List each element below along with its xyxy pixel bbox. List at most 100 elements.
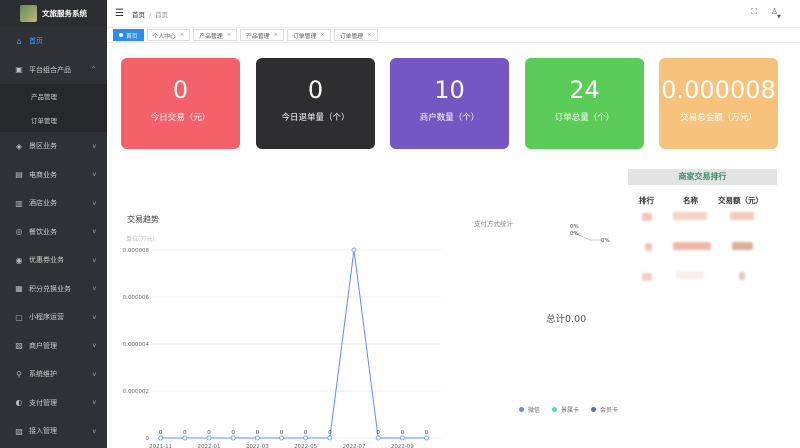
sidebar-item[interactable]: ⚲ 系统维护 v xyxy=(0,360,107,389)
app-logo-icon xyxy=(20,5,37,22)
points-icon: ▦ xyxy=(15,284,23,294)
sidebar-item-label: 首页 xyxy=(29,37,43,46)
tab-tag[interactable]: 订单管理 × xyxy=(333,29,378,41)
data-point xyxy=(206,435,212,441)
tab-tag[interactable]: 产品管理 × xyxy=(240,29,285,41)
data-point xyxy=(279,435,284,441)
sidebar-item-label: 系统维护 xyxy=(29,370,57,379)
data-label: 0 xyxy=(328,430,332,436)
ranking-title: 商家交易排行 xyxy=(628,169,777,185)
x-tick-label: 2022-09 xyxy=(391,444,414,448)
ranking-header-rank: 排行 xyxy=(639,196,654,205)
legend-item[interactable]: 会员卡 xyxy=(591,405,618,414)
stat-card-label: 订单总量（个） xyxy=(554,113,615,123)
data-label: 0 xyxy=(183,430,187,436)
data-point xyxy=(375,435,381,441)
sidebar-item[interactable]: ▧ 商户管理 v xyxy=(0,332,107,361)
sidebar-item[interactable]: ◉ 优惠券业务 v xyxy=(0,246,107,275)
food-icon: ◎ xyxy=(15,227,23,237)
data-point xyxy=(158,435,164,441)
sidebar-item[interactable]: ◐ 支付管理 v xyxy=(0,389,107,418)
legend-dot-icon xyxy=(591,407,597,412)
data-point xyxy=(254,435,260,441)
breadcrumb-item[interactable]: 首页 xyxy=(132,11,145,19)
stat-card: 24 订单总量（个） xyxy=(525,58,644,149)
sidebar-item-label: 支付管理 xyxy=(29,398,57,407)
sidebar-item[interactable]: ▤ 电商业务 v xyxy=(0,161,107,190)
sidebar-item[interactable]: ◈ 景区业务 v xyxy=(0,132,107,161)
sidebar-sub-item[interactable]: 订单管理 xyxy=(0,108,107,132)
sidebar-item[interactable]: ▢ 小程序运营 v xyxy=(0,303,107,332)
merchant-icon: ▧ xyxy=(15,341,23,351)
ranking-rank-cell xyxy=(642,273,652,281)
stat-card: 0 今日交易（元） xyxy=(121,58,240,149)
tab-tag-label: 产品管理 xyxy=(199,33,223,40)
stat-card: 0 今日退单量（个） xyxy=(256,58,375,149)
sidebar-item[interactable]: ▣ 平台组合产品 ^ xyxy=(0,56,107,85)
sidebar-item[interactable]: ▦ 积分兑换业务 v xyxy=(0,275,107,304)
pie-slice-label: 0% xyxy=(601,238,610,244)
chevron-down-icon: v xyxy=(92,199,96,207)
pie-total: 总计0.00 xyxy=(546,314,587,325)
tab-tag[interactable]: 个人中心 × xyxy=(146,29,191,41)
stat-card-value: 0 xyxy=(307,76,324,104)
sidebar-sub-item[interactable]: 产品管理 xyxy=(0,84,107,108)
close-icon[interactable]: × xyxy=(320,32,325,38)
fullscreen-icon[interactable]: ⛶ xyxy=(751,7,757,17)
coupon-icon: ◉ xyxy=(15,255,23,265)
stat-card: 10 商户数量（个） xyxy=(390,58,509,149)
user-dropdown-icon[interactable]: ▼ xyxy=(777,14,781,20)
data-label: 0 xyxy=(159,430,163,436)
sidebar-item-label: 酒店业务 xyxy=(29,199,57,208)
miniapp-icon: ▢ xyxy=(15,312,23,322)
stat-card-value: 10 xyxy=(434,76,465,104)
y-tick-label: 0.000006 xyxy=(123,295,150,301)
top-bar: ☰ 首页 / 首页 ⛶ ♙ xyxy=(107,0,800,27)
x-tick-label: 2022-03 xyxy=(246,444,269,448)
pie-slice-label: 0% xyxy=(570,231,579,237)
close-icon[interactable]: × xyxy=(227,32,232,38)
tab-tag[interactable]: 订单管理 × xyxy=(287,29,331,41)
ranking-name-cell xyxy=(673,242,711,250)
sidebar-item-label: 接入管理 xyxy=(29,427,57,436)
close-icon[interactable]: × xyxy=(180,32,185,38)
menu-toggle-icon[interactable]: ☰ xyxy=(115,8,124,19)
data-point xyxy=(230,435,236,441)
app-logo-area[interactable]: 文旅服务系统 xyxy=(0,0,107,27)
data-label: 0 xyxy=(207,430,211,436)
trend-chart-title: 交易趋势 xyxy=(127,215,159,224)
data-label: 0 xyxy=(401,430,405,436)
ranking-header-amount: 交易额（元） xyxy=(718,196,763,205)
data-label: 0 xyxy=(280,430,284,436)
legend-item[interactable]: 景属卡 xyxy=(552,405,579,414)
close-icon[interactable]: × xyxy=(273,32,278,38)
data-label: 0 xyxy=(425,430,429,436)
sidebar-item[interactable]: ▥ 酒店业务 v xyxy=(0,189,107,218)
chevron-up-icon: ^ xyxy=(90,66,96,74)
legend-label: 微信 xyxy=(528,407,541,414)
chevron-down-icon: v xyxy=(92,370,96,378)
sidebar-item[interactable]: ◎ 餐饮业务 v xyxy=(0,218,107,247)
chevron-down-icon: v xyxy=(92,285,96,293)
tags-bar: 首页 个人中心 × 产品管理 × 产品管理 × 订单管理 × 订单管理 × xyxy=(107,27,800,43)
sidebar-item-label: 平台组合产品 xyxy=(29,65,71,74)
tab-tag[interactable]: 首页 xyxy=(113,29,144,41)
legend-item[interactable]: 微信 xyxy=(519,405,540,414)
sidebar-item[interactable]: ⌂ 首页 xyxy=(0,27,107,56)
app-title: 文旅服务系统 xyxy=(42,9,87,18)
trend-line-chart: 0.000008 0.000006 0.000004 0.000002 0 2021-11… xyxy=(123,247,441,448)
pie-legend: 微信 景属卡 会员卡 xyxy=(519,405,618,414)
data-point xyxy=(399,435,405,441)
shop-icon: ▤ xyxy=(15,170,23,180)
sidebar-item[interactable]: ▨ 接入管理 v xyxy=(0,417,107,446)
x-tick-label: 2021-11 xyxy=(149,444,172,448)
gift-icon: ▣ xyxy=(15,65,23,75)
data-label: 0 xyxy=(304,430,308,436)
tab-tag[interactable]: 产品管理 × xyxy=(193,29,238,41)
legend-label: 景属卡 xyxy=(561,407,580,414)
stat-card-label: 商户数量（个） xyxy=(419,113,480,123)
close-icon[interactable]: × xyxy=(367,32,372,38)
data-label: 0 xyxy=(376,430,380,436)
ranking-name-cell xyxy=(676,271,704,279)
top-actions: ⛶ ♙ xyxy=(751,7,778,17)
